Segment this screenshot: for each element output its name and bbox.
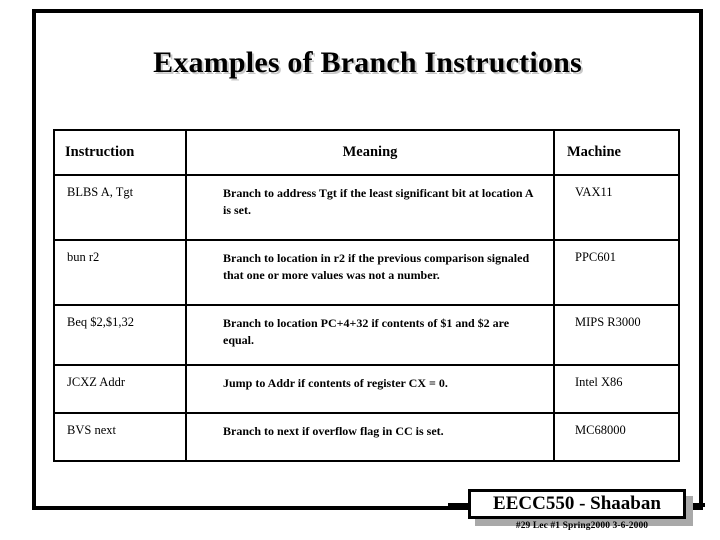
cell-meaning: Branch to location PC+4+32 if contents o…: [185, 304, 555, 366]
cell-machine: PPC601: [553, 239, 680, 306]
cell-meaning: Branch to next if overflow flag in CC is…: [185, 412, 555, 462]
cell-meaning: Branch to location in r2 if the previous…: [185, 239, 555, 306]
cell-machine: Intel X86: [553, 364, 680, 414]
column-header-instruction: Instruction: [53, 129, 187, 176]
table-header-row: Instruction Meaning Machine: [53, 129, 680, 176]
branch-instructions-table: Instruction Meaning Machine BLBS A, Tgt …: [53, 129, 680, 462]
table-row: JCXZ Addr Jump to Addr if contents of re…: [53, 364, 680, 414]
column-header-machine: Machine: [553, 129, 680, 176]
table-row: Beq $2,$1,32 Branch to location PC+4+32 …: [53, 304, 680, 366]
table-row: BVS next Branch to next if overflow flag…: [53, 412, 680, 462]
cell-machine: MC68000: [553, 412, 680, 462]
cell-machine: MIPS R3000: [553, 304, 680, 366]
cell-instruction: BVS next: [53, 412, 187, 462]
cell-meaning: Jump to Addr if contents of register CX …: [185, 364, 555, 414]
cell-instruction: BLBS A, Tgt: [53, 174, 187, 241]
table-row: BLBS A, Tgt Branch to address Tgt if the…: [53, 174, 680, 241]
page-title: Examples of Branch Instructions: [153, 46, 582, 79]
slide: Examples of Branch Instructions Instruct…: [0, 0, 720, 540]
table-row: bun r2 Branch to location in r2 if the p…: [53, 239, 680, 306]
cell-instruction: Beq $2,$1,32: [53, 304, 187, 366]
cell-instruction: JCXZ Addr: [53, 364, 187, 414]
footer-metadata: #29 Lec #1 Spring2000 3-6-2000: [515, 521, 649, 531]
cell-instruction: bun r2: [53, 239, 187, 306]
cell-meaning: Branch to address Tgt if the least signi…: [185, 174, 555, 241]
cell-machine: VAX11: [553, 174, 680, 241]
column-header-meaning: Meaning: [185, 129, 555, 176]
